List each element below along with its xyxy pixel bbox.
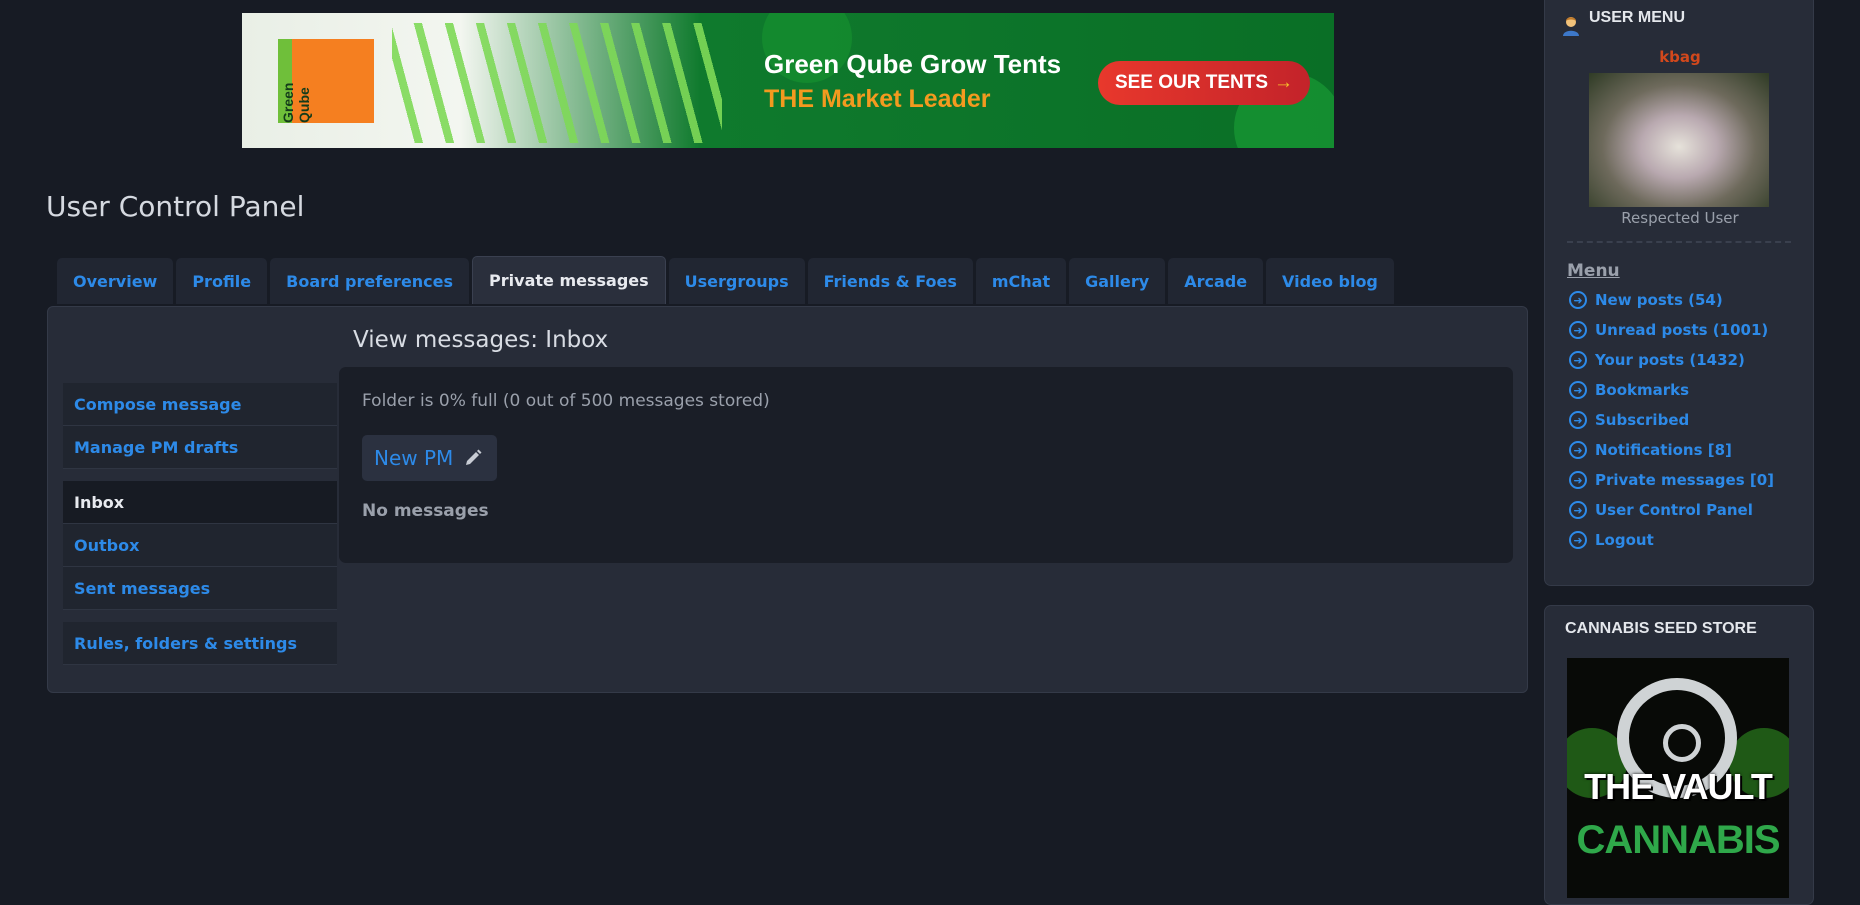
arrow-circle-icon: ➜ — [1569, 441, 1587, 459]
banner-subline: THE Market Leader — [764, 85, 991, 113]
menu-item-bookmarks[interactable]: ➜ Bookmarks — [1569, 375, 1774, 405]
arrow-circle-icon: ➜ — [1569, 381, 1587, 399]
tab-video-blog[interactable]: Video blog — [1266, 258, 1394, 304]
user-rank: Respected User — [1621, 209, 1739, 227]
arrow-circle-icon: ➜ — [1569, 351, 1587, 369]
arrow-circle-icon: ➜ — [1569, 411, 1587, 429]
arrow-circle-icon: ➜ — [1569, 321, 1587, 339]
tab-friends-foes[interactable]: Friends & Foes — [807, 258, 973, 304]
vault-ad-line2: CANNABIS — [1576, 818, 1780, 862]
menu-item-label: New posts (54) — [1595, 291, 1723, 309]
menu-item-unread-posts[interactable]: ➜ Unread posts (1001) — [1569, 315, 1774, 345]
menu-item-label: Private messages [0] — [1595, 471, 1774, 489]
tent-poles-image — [392, 23, 722, 143]
user-menu-list: ➜ New posts (54) ➜ Unread posts (1001) ➜ Yo… — [1569, 285, 1774, 555]
cta-label: SEE OUR TENTS — [1114, 72, 1269, 93]
menu-item-label: Notifications [8] — [1595, 441, 1732, 459]
arrow-circle-icon: ➜ — [1569, 531, 1587, 549]
banner-headline: Green Qube Grow Tents — [764, 49, 1062, 79]
page-title: User Control Panel — [46, 190, 305, 223]
menu-item-private-messages[interactable]: ➜ Private messages [0] — [1569, 465, 1774, 495]
nav-group-settings: Rules, folders & settings — [63, 622, 337, 665]
new-pm-label: New PM — [374, 446, 454, 470]
pm-sidebar-nav: Compose message Manage PM drafts Inbox O… — [63, 383, 337, 677]
menu-item-logout[interactable]: ➜ Logout — [1569, 525, 1774, 555]
no-messages-text: No messages — [362, 501, 489, 521]
menu-item-your-posts[interactable]: ➜ Your posts (1432) — [1569, 345, 1774, 375]
tab-private-messages[interactable]: Private messages — [472, 256, 666, 304]
see-our-tents-button[interactable]: SEE OUR TENTS → — [1098, 61, 1310, 105]
tab-overview[interactable]: Overview — [57, 258, 174, 304]
view-title: View messages: Inbox — [353, 327, 609, 353]
green-qube-logo: Green Qube — [278, 39, 374, 123]
menu-item-label: Bookmarks — [1595, 381, 1690, 399]
menu-item-notifications[interactable]: ➜ Notifications [8] — [1569, 435, 1774, 465]
nav-group-folders: Inbox Outbox Sent messages — [63, 481, 337, 610]
nav-compose-message[interactable]: Compose message — [63, 383, 337, 426]
pm-panel: View messages: Inbox Compose message Man… — [47, 306, 1528, 693]
nav-outbox[interactable]: Outbox — [63, 524, 337, 567]
ucp-tabs: Overview Profile Board preferences Priva… — [57, 256, 1394, 304]
tab-gallery[interactable]: Gallery — [1069, 258, 1166, 304]
divider — [1567, 241, 1791, 243]
menu-item-label: Subscribed — [1595, 411, 1690, 429]
nav-manage-pm-drafts[interactable]: Manage PM drafts — [63, 426, 337, 469]
tab-profile[interactable]: Profile — [176, 258, 268, 304]
user-menu-title: USER MENU — [1589, 9, 1686, 26]
menu-item-new-posts[interactable]: ➜ New posts (54) — [1569, 285, 1774, 315]
tab-arcade[interactable]: Arcade — [1168, 258, 1264, 304]
arrow-circle-icon: ➜ — [1569, 471, 1587, 489]
arrow-circle-icon: ➜ — [1569, 291, 1587, 309]
menu-item-user-control-panel[interactable]: ➜ User Control Panel — [1569, 495, 1774, 525]
folder-status: Folder is 0% full (0 out of 500 messages… — [362, 391, 770, 411]
vault-ad-line1: THE VAULT — [1584, 766, 1773, 807]
menu-item-label: User Control Panel — [1595, 501, 1753, 519]
banner-ad[interactable]: Green Qube Green Qube Grow Tents THE Mar… — [242, 13, 1334, 148]
vault-ad-image[interactable]: THE VAULT CANNABIS — [1567, 658, 1789, 898]
avatar[interactable] — [1589, 73, 1769, 207]
arrow-circle-icon: ➜ — [1569, 501, 1587, 519]
nav-group-compose: Compose message Manage PM drafts — [63, 383, 337, 469]
seed-store-title: CANNABIS SEED STORE — [1565, 620, 1757, 637]
tab-mchat[interactable]: mChat — [975, 258, 1067, 304]
new-pm-button[interactable]: New PM — [362, 435, 498, 481]
user-menu-box: USER MENU kbag Respected User Menu ➜ New … — [1544, 0, 1814, 586]
menu-item-label: Unread posts (1001) — [1595, 321, 1769, 339]
nav-sent-messages[interactable]: Sent messages — [63, 567, 337, 610]
menu-item-label: Logout — [1595, 531, 1654, 549]
seed-store-box: CANNABIS SEED STORE THE VAULT CANNABIS — [1544, 605, 1814, 905]
menu-item-subscribed[interactable]: ➜ Subscribed — [1569, 405, 1774, 435]
logo-text: Green Qube — [280, 82, 312, 123]
user-icon — [1563, 17, 1579, 36]
nav-rules-folders-settings[interactable]: Rules, folders & settings — [63, 622, 337, 665]
username-link[interactable]: kbag — [1545, 48, 1815, 66]
tab-board-preferences[interactable]: Board preferences — [270, 258, 470, 304]
pencil-icon — [466, 449, 482, 465]
menu-heading: Menu — [1567, 261, 1620, 281]
tab-usergroups[interactable]: Usergroups — [668, 258, 805, 304]
nav-inbox[interactable]: Inbox — [63, 481, 337, 524]
arrow-right-icon: → — [1274, 72, 1294, 93]
menu-item-label: Your posts (1432) — [1595, 351, 1745, 369]
inbox-content: Folder is 0% full (0 out of 500 messages… — [339, 367, 1513, 563]
